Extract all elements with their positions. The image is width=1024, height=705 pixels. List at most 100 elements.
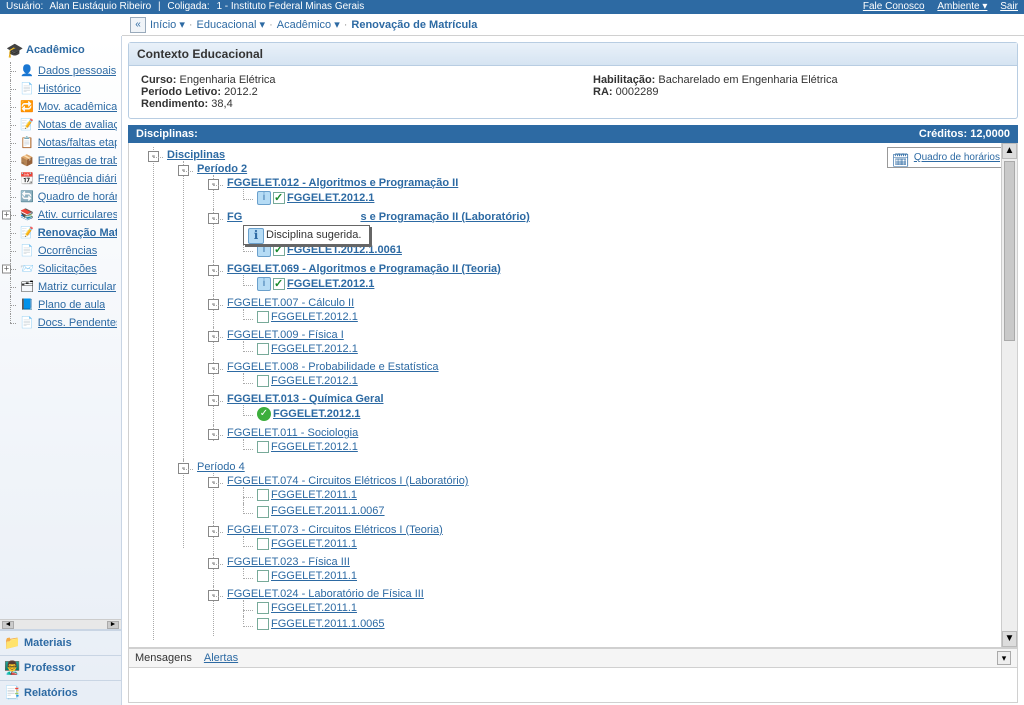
tree-disc[interactable]: FGGELET.009 - Física I (227, 329, 344, 341)
scroll-thumb[interactable] (1004, 161, 1015, 341)
sidebar-section-materiais[interactable]: 📁Materiais (0, 630, 121, 655)
sidebar-hscroll[interactable]: ◄ ► (0, 619, 121, 629)
tree-disc[interactable]: FGGELET.069 - Algoritmos e Programação I… (227, 263, 501, 275)
class-link[interactable]: FGGELET.2012.1 (287, 192, 374, 204)
info-icon[interactable]: i (257, 243, 271, 257)
curso-value: Engenharia Elétrica (180, 74, 276, 86)
collapse-icon[interactable]: - (178, 463, 189, 474)
scroll-up-icon[interactable]: ▲ (1002, 143, 1017, 159)
class-link[interactable]: FGGELET.2011.1 (271, 602, 357, 614)
sidebar-item-notas-avaliacoes[interactable]: 📝Notas de avaliações (2, 116, 119, 134)
collapse-icon[interactable]: - (148, 151, 159, 162)
collapse-icon[interactable]: - (208, 590, 219, 601)
checkbox-checked[interactable] (273, 278, 285, 290)
class-link[interactable]: FGGELET.2011.1.0065 (271, 618, 385, 630)
class-link[interactable]: FGGELET.2012.1 (273, 408, 360, 420)
checkbox[interactable] (257, 602, 269, 614)
collapse-icon[interactable]: - (208, 558, 219, 569)
sidebar-item-docs-pendentes[interactable]: 📄Docs. Pendentes (2, 314, 119, 332)
checkbox[interactable] (257, 311, 269, 323)
scroll-left-icon[interactable]: ◄ (2, 621, 14, 629)
tab-alertas[interactable]: Alertas (204, 652, 238, 664)
class-link[interactable]: FGGELET.2012.1 (271, 343, 358, 355)
tree-disc[interactable]: FGGELET.011 - Sociologia (227, 427, 358, 439)
checkbox[interactable] (257, 538, 269, 550)
checkbox-checked[interactable] (273, 192, 285, 204)
tab-mensagens[interactable]: Mensagens (135, 652, 192, 664)
tree-disc[interactable]: FGGELET.070 - Algoritmos e Programação I… (227, 211, 530, 223)
class-link[interactable]: FGGELET.2012.1 (271, 441, 358, 453)
sidebar-item-matriz[interactable]: 🗂Matriz curricular (2, 278, 119, 296)
collapse-icon[interactable]: - (208, 363, 219, 374)
breadcrumb-back-button[interactable]: « (130, 17, 146, 33)
ambiente-menu[interactable]: Ambiente ▾ (937, 1, 987, 12)
tree-disc[interactable]: FGGELET.007 - Cálculo II (227, 297, 354, 309)
checkbox[interactable] (257, 570, 269, 582)
collapse-icon[interactable]: - (208, 213, 219, 224)
class-link[interactable]: FGGELET.2012.1 (287, 278, 374, 290)
checkbox[interactable] (257, 489, 269, 501)
vscrollbar[interactable]: ▲ ▼ (1001, 143, 1017, 647)
collapse-icon[interactable]: - (208, 299, 219, 310)
checkbox-checked[interactable] (273, 244, 285, 256)
tree-periodo2[interactable]: Período 2 (197, 163, 247, 175)
sidebar-item-entregas[interactable]: 📦Entregas de trab./a (2, 152, 119, 170)
collapse-icon[interactable]: - (208, 331, 219, 342)
dropdown-icon[interactable]: ▾ (997, 651, 1011, 665)
tree-panel[interactable]: Quadro de horários ▲ ▼ - Disciplinas - P… (128, 143, 1018, 648)
collapse-icon[interactable]: - (208, 429, 219, 440)
sidebar-item-ativ-curriculares[interactable]: +📚Ativ. curriculares (2, 206, 119, 224)
sidebar-item-ocorrencias[interactable]: 📄Ocorrências (2, 242, 119, 260)
class-link[interactable]: FGGELET.2011.1.0067 (271, 505, 385, 517)
breadcrumb-academico[interactable]: Acadêmico ▾ (277, 14, 340, 36)
sidebar-item-historico[interactable]: 📄Histórico (2, 80, 119, 98)
fale-conosco-link[interactable]: Fale Conosco (863, 1, 925, 12)
collapse-icon[interactable]: - (208, 265, 219, 276)
checkbox[interactable] (257, 506, 269, 518)
collapse-icon[interactable]: - (208, 179, 219, 190)
tree-disc[interactable]: FGGELET.073 - Circuitos Elétricos I (Teo… (227, 524, 443, 536)
tree-disc[interactable]: FGGELET.023 - Física III (227, 556, 350, 568)
sidebar-item-solicitacoes[interactable]: +📨Solicitações (2, 260, 119, 278)
checkbox[interactable] (257, 375, 269, 387)
sidebar-item-frequencia[interactable]: 📆Freqüência diária (2, 170, 119, 188)
sidebar-item-mov-academica[interactable]: 🔁Mov. acadêmica (2, 98, 119, 116)
tree-disc[interactable]: FGGELET.012 - Algoritmos e Programação I… (227, 177, 458, 189)
class-link[interactable]: FGGELET.2011.1 (271, 570, 357, 582)
sidebar-item-quadro-horarios[interactable]: 🔄Quadro de horários (2, 188, 119, 206)
grid-icon: 🗂 (20, 280, 34, 294)
class-link[interactable]: FGGELET.2012.1 (271, 311, 358, 323)
breadcrumb-educacional[interactable]: Educacional ▾ (197, 14, 266, 36)
tree-disc[interactable]: FGGELET.024 - Laboratório de Física III (227, 588, 424, 600)
sidebar-item-dados-pessoais[interactable]: 👤Dados pessoais (2, 62, 119, 80)
checkbox[interactable] (257, 441, 269, 453)
tree-disc[interactable]: FGGELET.074 - Circuitos Elétricos I (Lab… (227, 475, 468, 487)
class-link[interactable]: FGGELET.2012.1.0061 (287, 244, 402, 256)
sidebar-section-professor[interactable]: 👨‍🏫Professor (0, 655, 121, 680)
tree-disc[interactable]: FGGELET.013 - Química Geral (227, 393, 384, 405)
tree-disc[interactable]: FGGELET.008 - Probabilidade e Estatístic… (227, 361, 439, 373)
checkbox[interactable] (257, 618, 269, 630)
breadcrumb-inicio[interactable]: Início ▾ (150, 14, 185, 36)
class-link[interactable]: FGGELET.2012.1 (271, 375, 358, 387)
tree-periodo4[interactable]: Período 4 (197, 461, 245, 473)
collapse-icon[interactable]: - (178, 165, 189, 176)
sidebar-section-relatorios[interactable]: 📑Relatórios (0, 680, 121, 705)
sidebar-item-renovacao[interactable]: 📝Renovação Matríc (2, 224, 119, 242)
scroll-right-icon[interactable]: ► (107, 621, 119, 629)
info-icon[interactable]: i (257, 277, 271, 291)
sair-link[interactable]: Sair (1000, 1, 1018, 12)
collapse-icon[interactable]: - (208, 395, 219, 406)
checkbox[interactable] (257, 343, 269, 355)
tree-root[interactable]: Disciplinas (167, 149, 225, 161)
collapse-icon[interactable]: - (208, 477, 219, 488)
sidebar-item-plano-aula[interactable]: 📘Plano de aula (2, 296, 119, 314)
class-link[interactable]: FGGELET.2011.1 (271, 489, 357, 501)
sidebar-item-notas-faltas[interactable]: 📋Notas/faltas etapas (2, 134, 119, 152)
info-icon[interactable]: i (257, 191, 271, 205)
collapse-icon[interactable]: - (208, 526, 219, 537)
scroll-down-icon[interactable]: ▼ (1002, 631, 1017, 647)
curso-label: Curso: (141, 74, 176, 86)
sidebar-head-academico[interactable]: 🎓 Acadêmico (2, 40, 119, 62)
class-link[interactable]: FGGELET.2011.1 (271, 538, 357, 550)
